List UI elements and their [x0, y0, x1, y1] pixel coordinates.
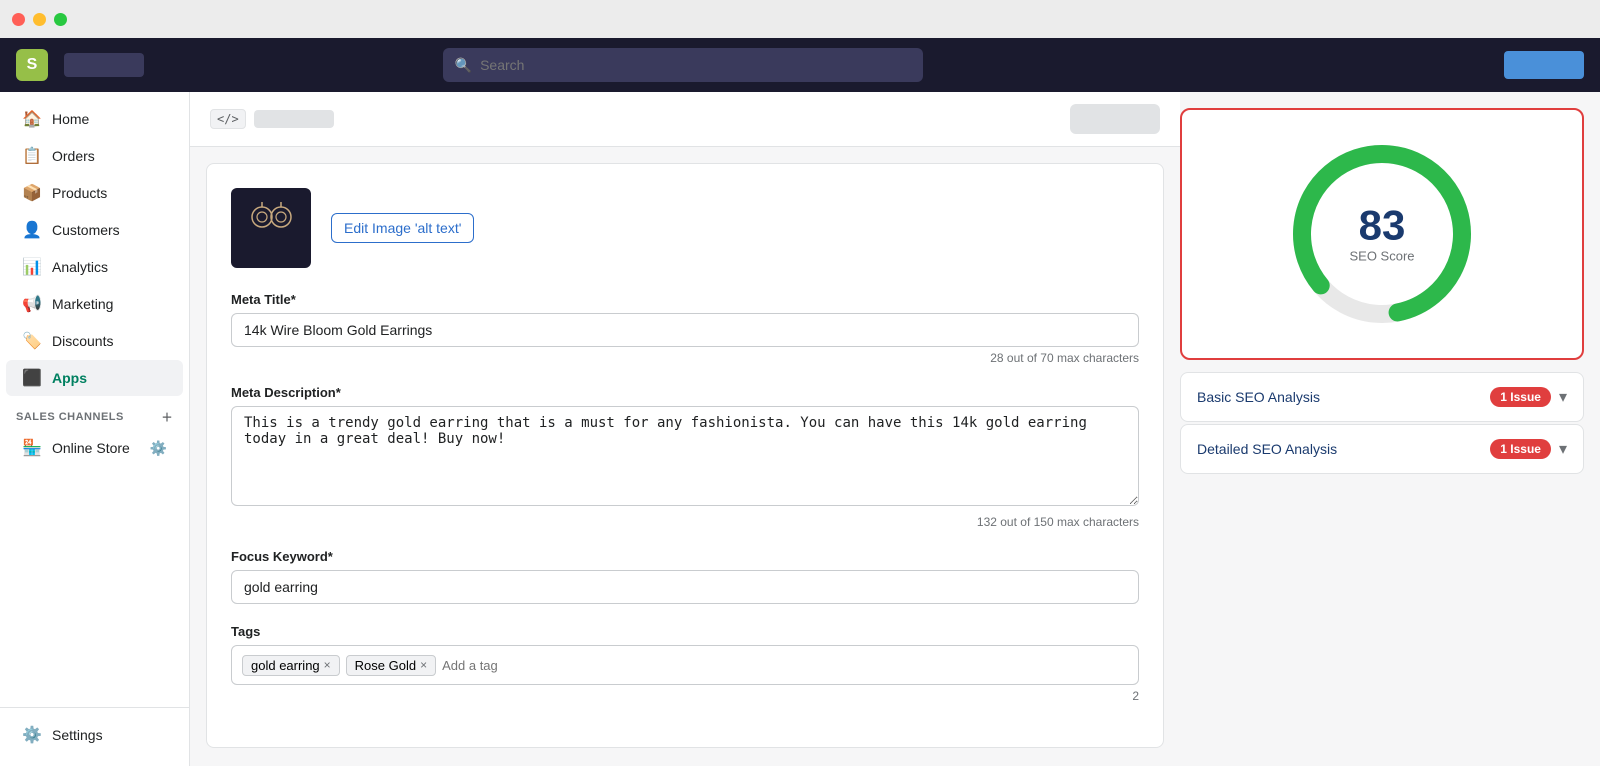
sidebar-item-label: Home	[52, 111, 89, 127]
detailed-seo-right: 1 Issue ▾	[1490, 439, 1567, 459]
edit-alt-text-button[interactable]: Edit Image 'alt text'	[331, 213, 474, 243]
search-icon: 🔍	[455, 57, 472, 74]
basic-seo-issue-badge: 1 Issue	[1490, 387, 1551, 407]
breadcrumb-bar: </>	[190, 92, 1180, 147]
basic-seo-chevron-icon: ▾	[1559, 387, 1567, 407]
tags-label: Tags	[231, 624, 1139, 639]
sidebar-item-label: Discounts	[52, 333, 113, 349]
basic-seo-right: 1 Issue ▾	[1490, 387, 1567, 407]
search-input[interactable]	[480, 57, 911, 73]
product-thumbnail	[231, 188, 311, 268]
customers-icon: 👤	[22, 220, 42, 240]
tags-input-area[interactable]: gold earring × Rose Gold ×	[231, 645, 1139, 685]
detailed-seo-chevron-icon: ▾	[1559, 439, 1567, 459]
sidebar-item-home[interactable]: 🏠 Home	[6, 101, 183, 137]
tag-label: Rose Gold	[355, 658, 416, 673]
sidebar-item-label: Customers	[52, 222, 120, 238]
top-navigation: S 🔍	[0, 38, 1600, 92]
products-icon: 📦	[22, 183, 42, 203]
breadcrumb-code-icon: </>	[210, 109, 246, 129]
focus-keyword-group: Focus Keyword*	[231, 549, 1139, 604]
close-button[interactable]	[12, 13, 25, 26]
score-number: 83	[1349, 205, 1414, 247]
online-store-settings-icon[interactable]: ⚙️	[150, 440, 167, 457]
tag-add-input[interactable]	[442, 658, 1128, 673]
tag-remove-gold-earring[interactable]: ×	[324, 658, 331, 672]
tag-label: gold earring	[251, 658, 320, 673]
apps-icon: ⬛	[22, 368, 42, 388]
sidebar-item-label: Marketing	[52, 296, 113, 312]
home-icon: 🏠	[22, 109, 42, 129]
meta-description-char-count: 132 out of 150 max characters	[231, 515, 1139, 529]
titlebar	[0, 0, 1600, 38]
score-label: 83 SEO Score	[1349, 205, 1414, 264]
detailed-seo-issue-badge: 1 Issue	[1490, 439, 1551, 459]
sidebar-item-apps[interactable]: ⬛ Apps	[6, 360, 183, 396]
add-sales-channel-icon[interactable]: ＋	[162, 409, 174, 425]
score-donut: 83 SEO Score	[1282, 134, 1482, 334]
tag-remove-rose-gold[interactable]: ×	[420, 658, 427, 672]
detailed-seo-label: Detailed SEO Analysis	[1197, 441, 1337, 457]
product-image-row: Edit Image 'alt text'	[231, 188, 1139, 268]
tags-group: Tags gold earring × Rose Gold × 2	[231, 624, 1139, 703]
basic-seo-analysis-item[interactable]: Basic SEO Analysis 1 Issue ▾	[1180, 372, 1584, 422]
sidebar: 🏠 Home 📋 Orders 📦 Products 👤 Customers 📊…	[0, 92, 190, 766]
marketing-icon: 📢	[22, 294, 42, 314]
orders-icon: 📋	[22, 146, 42, 166]
breadcrumb-path	[254, 110, 334, 128]
sidebar-item-label: Online Store	[52, 440, 130, 456]
meta-title-label: Meta Title*	[231, 292, 1139, 307]
breadcrumb-save-button[interactable]	[1070, 104, 1160, 134]
discounts-icon: 🏷️	[22, 331, 42, 351]
shopify-logo: S	[16, 49, 48, 81]
meta-description-input[interactable]	[231, 406, 1139, 506]
store-name	[64, 53, 144, 77]
seo-score-card: 83 SEO Score	[1180, 108, 1584, 360]
tag-chip-gold-earring: gold earring ×	[242, 655, 340, 676]
product-image	[244, 197, 299, 259]
sidebar-nav: 🏠 Home 📋 Orders 📦 Products 👤 Customers 📊…	[0, 92, 189, 707]
detailed-seo-analysis-item[interactable]: Detailed SEO Analysis 1 Issue ▾	[1180, 424, 1584, 474]
meta-description-group: Meta Description* 132 out of 150 max cha…	[231, 385, 1139, 529]
form-container: Edit Image 'alt text' Meta Title* 28 out…	[206, 163, 1164, 748]
analytics-icon: 📊	[22, 257, 42, 277]
meta-title-group: Meta Title* 28 out of 70 max characters	[231, 292, 1139, 365]
sidebar-item-label: Apps	[52, 370, 87, 386]
sidebar-item-online-store[interactable]: 🏪 Online Store ⚙️	[6, 430, 183, 466]
meta-title-char-count: 28 out of 70 max characters	[231, 351, 1139, 365]
meta-description-label: Meta Description*	[231, 385, 1139, 400]
sidebar-footer: ⚙️ Settings	[0, 707, 189, 766]
maximize-button[interactable]	[54, 13, 67, 26]
sidebar-item-discounts[interactable]: 🏷️ Discounts	[6, 323, 183, 359]
tags-count: 2	[231, 689, 1139, 703]
sidebar-item-label: Products	[52, 185, 107, 201]
sidebar-item-label: Analytics	[52, 259, 108, 275]
nav-right-button[interactable]	[1504, 51, 1584, 79]
sidebar-item-settings[interactable]: ⚙️ Settings	[6, 717, 183, 753]
meta-title-input[interactable]	[231, 313, 1139, 347]
sidebar-item-products[interactable]: 📦 Products	[6, 175, 183, 211]
tag-chip-rose-gold: Rose Gold ×	[346, 655, 436, 676]
basic-seo-label: Basic SEO Analysis	[1197, 389, 1320, 405]
focus-keyword-input[interactable]	[231, 570, 1139, 604]
main-panel: </>	[190, 92, 1180, 766]
sidebar-item-customers[interactable]: 👤 Customers	[6, 212, 183, 248]
focus-keyword-label: Focus Keyword*	[231, 549, 1139, 564]
content-area: </>	[190, 92, 1600, 766]
main-layout: 🏠 Home 📋 Orders 📦 Products 👤 Customers 📊…	[0, 92, 1600, 766]
search-bar[interactable]: 🔍	[443, 48, 923, 82]
right-panel: 83 SEO Score Basic SEO Analysis 1 Issue …	[1180, 92, 1600, 766]
sidebar-item-label: Orders	[52, 148, 95, 164]
sidebar-item-analytics[interactable]: 📊 Analytics	[6, 249, 183, 285]
earring-image-svg	[244, 197, 299, 252]
sidebar-item-label: Settings	[52, 727, 103, 743]
sales-channels-header: SALES CHANNELS ＋	[0, 397, 189, 429]
score-text: SEO Score	[1349, 249, 1414, 264]
settings-icon: ⚙️	[22, 725, 42, 745]
sidebar-item-marketing[interactable]: 📢 Marketing	[6, 286, 183, 322]
sidebar-item-orders[interactable]: 📋 Orders	[6, 138, 183, 174]
online-store-icon: 🏪	[22, 438, 42, 458]
minimize-button[interactable]	[33, 13, 46, 26]
seo-analysis-list: Basic SEO Analysis 1 Issue ▾ Detailed SE…	[1180, 372, 1584, 474]
